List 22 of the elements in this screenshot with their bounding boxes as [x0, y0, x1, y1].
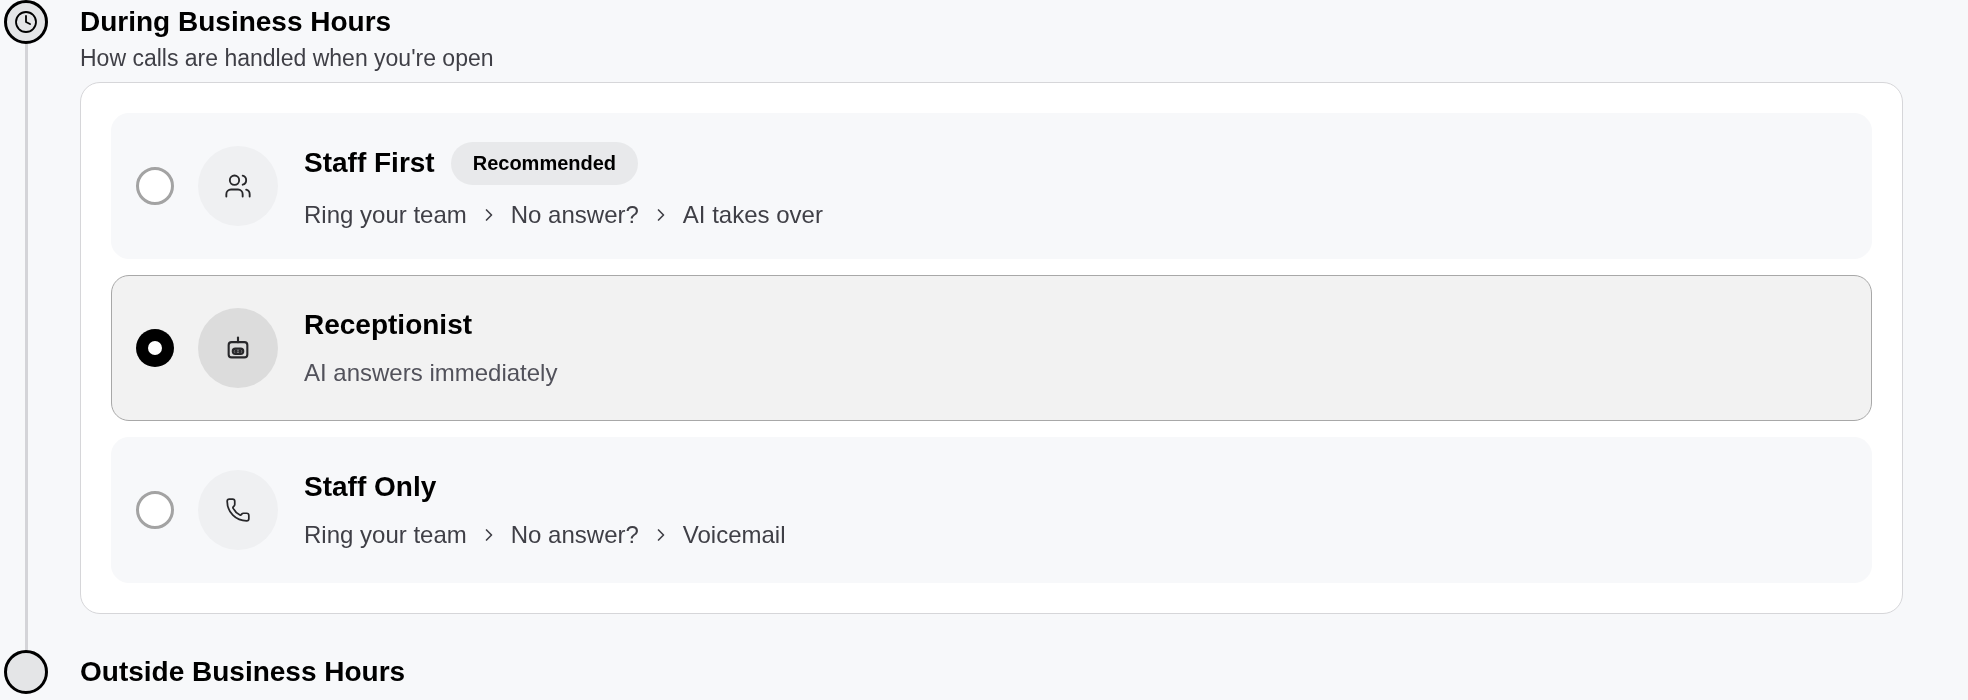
flow-step: AI takes over: [682, 198, 823, 231]
radio-button[interactable]: [136, 167, 174, 205]
flow-step: Voicemail: [682, 519, 786, 551]
timeline-node: [4, 650, 48, 694]
option-title: Staff Only: [304, 470, 437, 504]
option-card[interactable]: Receptionist AI answers immediately: [111, 275, 1872, 421]
option-badge: Recommended: [450, 141, 639, 185]
radio-button[interactable]: [136, 329, 174, 367]
clock-icon: [4, 0, 48, 44]
radio-button[interactable]: [136, 491, 174, 529]
section-title: During Business Hours: [80, 5, 392, 39]
option-description: AI answers immediately: [304, 358, 558, 388]
option-title: Receptionist: [304, 308, 473, 342]
flow-step: No answer?: [510, 198, 639, 231]
flow-step: Ring your team: [304, 519, 467, 551]
option-title: Staff First: [304, 146, 435, 180]
flow-step: Ring your team: [304, 198, 467, 231]
flow-step: No answer?: [510, 519, 639, 551]
section-subtitle: How calls are handled when you're open: [80, 44, 495, 72]
option-card[interactable]: Staff First Recommended Ring your team No answer? AI takes over: [111, 113, 1872, 259]
section-title: Outside Business Hours: [80, 655, 406, 689]
option-card[interactable]: Staff Only Ring your team No answer? Voicemail: [111, 437, 1872, 583]
